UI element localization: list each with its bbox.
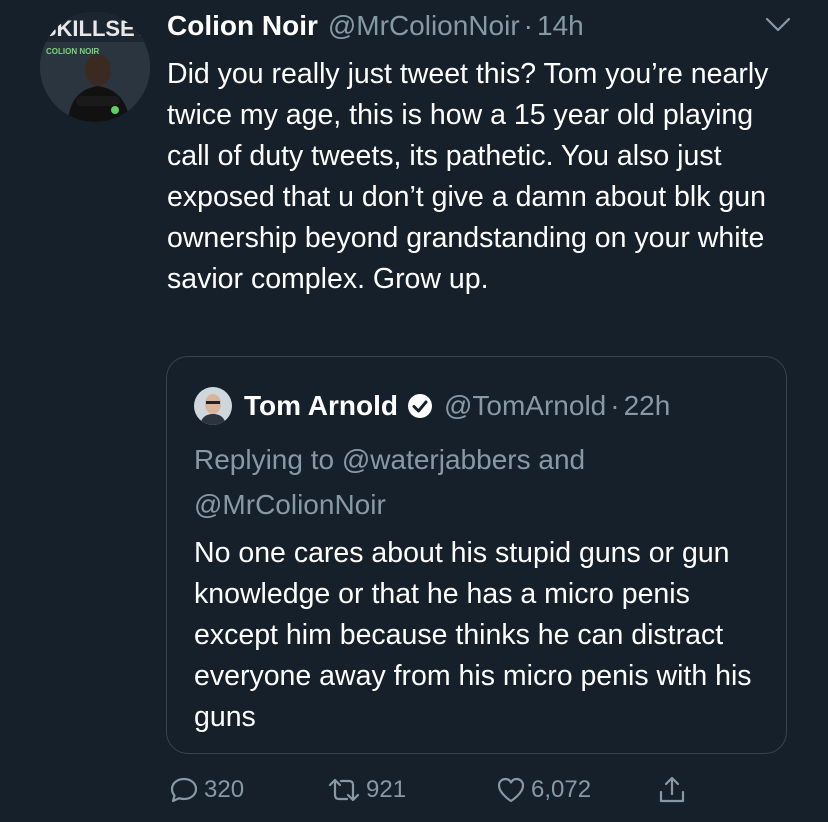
header-separator: · bbox=[523, 10, 533, 41]
chevron-down-icon[interactable] bbox=[764, 14, 792, 36]
reply-button[interactable]: 320 bbox=[168, 770, 244, 810]
author-name[interactable]: Colion Noir bbox=[167, 10, 318, 42]
avatar-masthead: SKILLSET bbox=[42, 16, 149, 41]
heart-icon bbox=[497, 777, 525, 803]
quoted-author-handle[interactable]: @TomArnold bbox=[444, 390, 606, 422]
quoted-text: No one cares about his stupid guns or gu… bbox=[194, 537, 752, 733]
retweet-button[interactable]: 921 bbox=[326, 770, 406, 810]
replying-to: Replying to @waterjabbers and @MrColionN… bbox=[194, 444, 586, 520]
share-button[interactable] bbox=[656, 770, 688, 810]
verified-badge-icon bbox=[406, 392, 434, 420]
author-avatar[interactable]: SKILLSET COLION NOIR bbox=[40, 12, 150, 122]
share-icon bbox=[659, 776, 685, 803]
quoted-timestamp[interactable]: 22h bbox=[624, 390, 671, 422]
like-button[interactable]: 6,072 bbox=[495, 770, 591, 810]
avatar-subtitle: COLION NOIR bbox=[46, 47, 100, 56]
quoted-tweet[interactable]: Tom Arnold @TomArnold · 22h Replying to … bbox=[166, 356, 787, 754]
quoted-author-name[interactable]: Tom Arnold bbox=[244, 390, 398, 422]
quoted-avatar[interactable] bbox=[194, 387, 232, 425]
reply-count: 320 bbox=[204, 776, 245, 803]
author-handle[interactable]: @MrColionNoir bbox=[328, 10, 520, 42]
tweet-header: Colion Noir @MrColionNoir · 14h bbox=[167, 10, 768, 44]
quoted-separator: · bbox=[610, 390, 620, 421]
tweet-actions: 320 921 6,072 bbox=[168, 770, 708, 810]
avatar-image: SKILLSET COLION NOIR bbox=[40, 12, 150, 122]
tweet-text: Did you really just tweet this? Tom you’… bbox=[167, 58, 769, 295]
quoted-header: Tom Arnold @TomArnold · 22h bbox=[194, 387, 670, 425]
reply-icon bbox=[170, 777, 198, 803]
tweet-timestamp[interactable]: 14h bbox=[537, 10, 584, 42]
retweet-count: 921 bbox=[366, 776, 407, 803]
retweet-icon bbox=[328, 778, 360, 802]
like-count: 6,072 bbox=[531, 776, 592, 803]
